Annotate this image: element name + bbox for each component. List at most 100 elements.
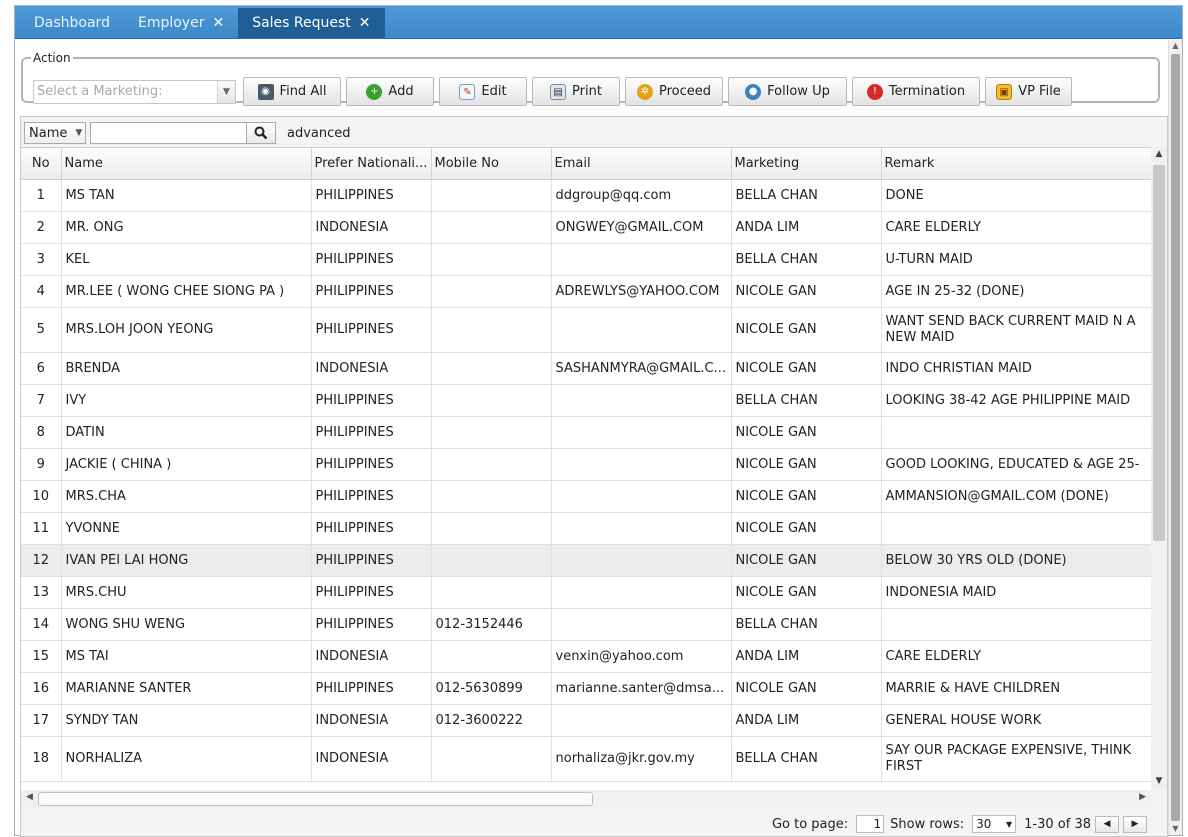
- table-cell: INDO CHRISTIAN MAID: [881, 352, 1151, 385]
- table-row[interactable]: 2 MR. ONG INDONESIA ONGWEY@GMAIL.COM ANDA LI…: [21, 211, 1151, 244]
- table-row[interactable]: 16 MARIANNE SANTER PHILIPPINES 012-5630899 m…: [21, 672, 1151, 705]
- column-header[interactable]: Prefer Nationali...: [311, 148, 432, 180]
- tab-dashboard[interactable]: Dashboard: [20, 8, 124, 38]
- table-row[interactable]: 10 MRS.CHA PHILIPPINES NICOLE GAN AMMANSION@…: [21, 480, 1151, 513]
- table-row[interactable]: 17 SYNDY TAN INDONESIA 012-3600222 ANDA LIM G…: [21, 704, 1151, 737]
- scroll-up-icon[interactable]: ▲: [1169, 40, 1182, 52]
- vertical-scrollbar[interactable]: ▲ ▼: [1151, 147, 1167, 790]
- table-row[interactable]: 7 IVY PHILIPPINES BELLA CHAN LOOKING 38-42 A…: [21, 384, 1151, 417]
- advanced-search-link[interactable]: advanced: [287, 126, 351, 141]
- table-cell: MRS.LOH JOON YEONG: [61, 307, 312, 353]
- table-cell: DATIN: [61, 416, 312, 449]
- tab-label: Sales Request: [252, 15, 351, 31]
- table-row[interactable]: 12 IVAN PEI LAI HONG PHILIPPINES NICOLE GAN…: [21, 544, 1151, 577]
- table-row[interactable]: 18 NORHALIZA INDONESIA norhaliza@jkr.gov.my…: [21, 736, 1151, 782]
- find-all-button[interactable]: ◉ Find All: [243, 77, 341, 106]
- table-row[interactable]: 9 JACKIE ( CHINA ) PHILIPPINES NICOLE GAN GO…: [21, 448, 1151, 481]
- table-row[interactable]: 15 MS TAI INDONESIA venxin@yahoo.com ANDA LI…: [21, 640, 1151, 673]
- search-field-select[interactable]: Name ▼: [24, 122, 86, 144]
- scroll-left-icon[interactable]: ◀: [26, 792, 33, 802]
- table-cell: WANT SEND BACK CURRENT MAID N A NEW MAID: [881, 307, 1151, 353]
- next-page-button[interactable]: ▶: [1123, 815, 1147, 833]
- page-input[interactable]: 1: [856, 815, 885, 833]
- proceed-button[interactable]: ✲ Proceed: [625, 77, 723, 106]
- table-cell: 7: [21, 384, 62, 417]
- scroll-down-icon[interactable]: ▼: [1169, 823, 1182, 835]
- table-cell: 13: [21, 576, 62, 609]
- scroll-thumb[interactable]: [38, 792, 593, 806]
- search-button[interactable]: [247, 122, 276, 144]
- scroll-down-icon[interactable]: ▼: [1151, 776, 1167, 790]
- table-cell: [551, 704, 732, 737]
- column-header[interactable]: No: [21, 148, 62, 180]
- tab-employer[interactable]: Employer ✕: [124, 8, 238, 38]
- table-cell: marianne.santer@dmsa...: [551, 672, 732, 705]
- column-header[interactable]: Email: [551, 148, 732, 180]
- page-scrollbar[interactable]: ▲ ▼: [1168, 40, 1182, 835]
- table-cell: BELLA CHAN: [731, 384, 882, 417]
- termination-button[interactable]: ! Termination: [852, 77, 980, 106]
- close-icon[interactable]: ✕: [359, 15, 371, 31]
- table-cell: [431, 512, 552, 545]
- scroll-up-icon[interactable]: ▲: [1151, 149, 1167, 163]
- search-input[interactable]: [90, 122, 247, 144]
- table-row[interactable]: 5 MRS.LOH JOON YEONG PHILIPPINES NICOLE GAN…: [21, 307, 1151, 353]
- data-grid: No Name Prefer Nationali... Mobile No Email M…: [21, 147, 1151, 790]
- tab-label: Dashboard: [34, 15, 110, 31]
- table-row[interactable]: 8 DATIN PHILIPPINES NICOLE GAN: [21, 416, 1151, 449]
- table-cell: 18: [21, 736, 62, 782]
- action-toolbar: Select a Marketing: ▼ ◉ Find All + Add ✎ Ed…: [33, 77, 1077, 106]
- scroll-right-icon[interactable]: ▶: [1139, 792, 1146, 802]
- horizontal-scrollbar[interactable]: ◀ ▶: [21, 790, 1151, 808]
- table-cell: MS TAN: [61, 179, 312, 212]
- table-cell: PHILIPPINES: [311, 243, 432, 276]
- scroll-thumb[interactable]: [1153, 165, 1165, 541]
- table-cell: MRS.CHU: [61, 576, 312, 609]
- column-header[interactable]: Remark: [881, 148, 1151, 180]
- table-cell: U-TURN MAID: [881, 243, 1151, 276]
- table-cell: 1: [21, 179, 62, 212]
- table-cell: CARE ELDERLY: [881, 211, 1151, 244]
- table-cell: NICOLE GAN: [731, 672, 882, 705]
- print-button[interactable]: ▤ Print: [532, 77, 620, 106]
- table-cell: 11: [21, 512, 62, 545]
- table-cell: NORHALIZA: [61, 736, 312, 782]
- rows-per-page-select[interactable]: 30 ▼: [972, 815, 1017, 833]
- chevron-down-icon[interactable]: ▼: [217, 80, 235, 103]
- close-icon[interactable]: ✕: [212, 15, 224, 31]
- table-row[interactable]: 13 MRS.CHU PHILIPPINES NICOLE GAN INDONESIA …: [21, 576, 1151, 609]
- column-header[interactable]: Mobile No: [431, 148, 552, 180]
- marketing-select[interactable]: Select a Marketing: ▼: [33, 79, 236, 104]
- table-row[interactable]: 11 YVONNE PHILIPPINES NICOLE GAN: [21, 512, 1151, 545]
- table-cell: PHILIPPINES: [311, 480, 432, 513]
- tab-sales-request[interactable]: Sales Request ✕: [238, 8, 385, 38]
- table-cell: PHILIPPINES: [311, 576, 432, 609]
- table-cell: PHILIPPINES: [311, 608, 432, 641]
- column-header[interactable]: Name: [61, 148, 312, 180]
- table-row[interactable]: 3 KEL PHILIPPINES BELLA CHAN U-TURN MAID: [21, 243, 1151, 276]
- table-cell: ANDA LIM: [731, 211, 882, 244]
- termination-label: Termination: [888, 84, 966, 99]
- table-cell: 17: [21, 704, 62, 737]
- table-row[interactable]: 4 MR.LEE ( WONG CHEE SIONG PA ) PHILIPPINE…: [21, 275, 1151, 308]
- vp-file-label: VP File: [1018, 84, 1061, 99]
- prev-page-button[interactable]: ◀: [1095, 815, 1119, 833]
- follow-up-button[interactable]: ● Follow Up: [728, 77, 847, 106]
- table-row[interactable]: 1 MS TAN PHILIPPINES ddgroup@qq.com BELLA CH…: [21, 179, 1151, 212]
- column-header[interactable]: Marketing: [731, 148, 882, 180]
- table-cell: AGE IN 25-32 (DONE): [881, 275, 1151, 308]
- add-button[interactable]: + Add: [346, 77, 434, 106]
- table-cell: [431, 448, 552, 481]
- vp-file-button[interactable]: ▣ VP File: [985, 77, 1072, 106]
- scroll-thumb[interactable]: [1171, 54, 1180, 821]
- print-label: Print: [572, 84, 602, 99]
- table-row[interactable]: 6 BRENDA INDONESIA SASHANMYRA@GMAIL.C... NIC…: [21, 352, 1151, 385]
- table-row[interactable]: 14 WONG SHU WENG PHILIPPINES 012-3152446 BEL…: [21, 608, 1151, 641]
- edit-button[interactable]: ✎ Edit: [439, 77, 527, 106]
- table-cell: [431, 352, 552, 385]
- table-cell: NICOLE GAN: [731, 544, 882, 577]
- table-cell: 12: [21, 544, 62, 577]
- table-cell: venxin@yahoo.com: [551, 640, 732, 673]
- table-cell: MARIANNE SANTER: [61, 672, 312, 705]
- stop-icon: !: [866, 83, 883, 100]
